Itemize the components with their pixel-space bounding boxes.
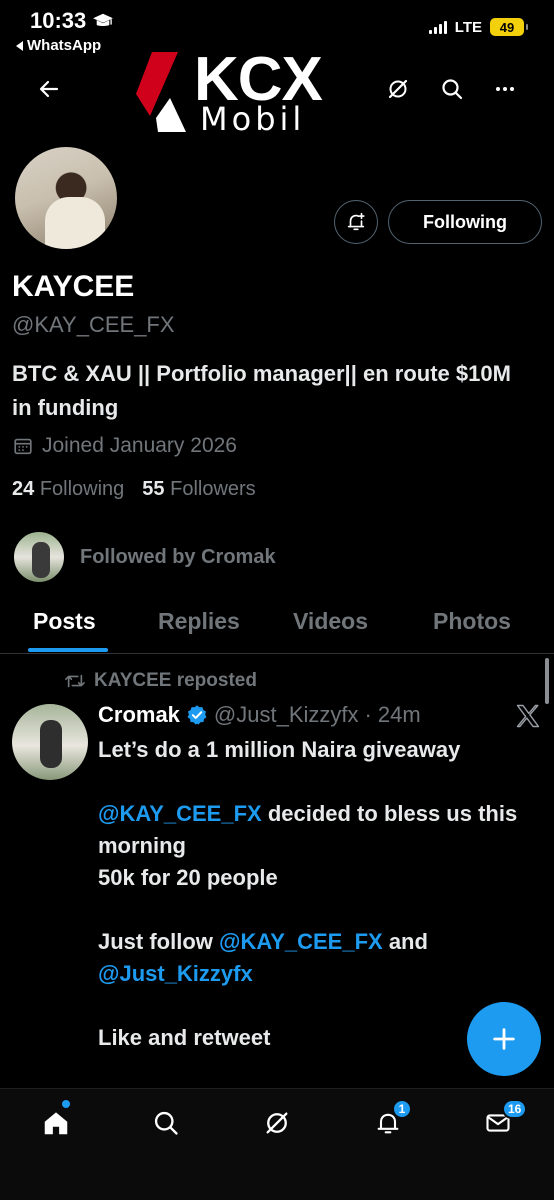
post-text: Let’s do a 1 million Naira giveaway @KAY…: [98, 734, 538, 1054]
back-to-app-link[interactable]: WhatsApp: [16, 37, 101, 54]
following-label: Following: [39, 478, 125, 500]
display-name: KAYCEE: [12, 270, 135, 303]
post-header: Cromak @Just_Kizzyfx · 24m: [98, 702, 421, 728]
post-line-4-prefix: Just follow: [98, 929, 219, 954]
scrollbar[interactable]: [545, 658, 549, 704]
follow-counts: 24 Following 55 Followers: [12, 478, 256, 501]
battery-level: 49: [499, 19, 515, 35]
notifications-badge: 1: [392, 1099, 412, 1119]
back-arrow-button[interactable]: [32, 72, 66, 106]
repost-indicator: KAYCEE reposted: [64, 670, 257, 692]
logo-sub-text: Mobil: [200, 100, 306, 138]
post-line-1: Let’s do a 1 million Naira giveaway: [98, 737, 461, 762]
signal-icon: [428, 20, 447, 34]
tab-posts[interactable]: Posts: [33, 608, 96, 635]
nav-home[interactable]: [36, 1103, 76, 1143]
bell-plus-icon: [347, 212, 365, 231]
followers-count: 55: [142, 478, 165, 500]
followers-count-link[interactable]: 55 Followers: [142, 478, 255, 501]
following-button[interactable]: Following: [388, 200, 542, 244]
more-options-button[interactable]: [488, 72, 522, 106]
tab-replies[interactable]: Replies: [158, 608, 240, 635]
post-paragraph-2: @KAY_CEE_FX decided to bless us this mor…: [98, 798, 538, 862]
grok-button[interactable]: [381, 72, 415, 106]
tab-videos[interactable]: Videos: [293, 608, 368, 635]
post-line-3: 50k for 20 people: [98, 865, 278, 890]
post-author-handle: @Just_Kizzyfx: [213, 702, 359, 727]
x-logo-icon: [516, 704, 540, 728]
back-triangle-icon: [16, 40, 23, 51]
followers-label: Followers: [170, 478, 256, 500]
nav-notifications[interactable]: 1: [368, 1099, 412, 1143]
profile-bio: BTC & XAU || Portfolio manager|| en rout…: [12, 361, 511, 420]
post-line-4-suffix: and: [382, 929, 428, 954]
nav-messages[interactable]: 16: [478, 1099, 528, 1143]
bottom-nav-bar: 1 16: [0, 1088, 554, 1200]
kcx-logo: KCX Mobil: [130, 44, 360, 140]
profile-tabs: Posts Replies Videos Photos: [0, 600, 554, 654]
battery-icon: 49: [490, 18, 528, 36]
grok-icon: [388, 79, 408, 99]
verified-badge-icon: [187, 705, 207, 725]
messages-badge: 16: [502, 1099, 528, 1119]
search-icon: [154, 1111, 178, 1135]
grok-icon: [266, 1112, 288, 1134]
compose-post-button[interactable]: [467, 1002, 541, 1076]
search-icon: [442, 79, 463, 100]
profile-handle: @KAY_CEE_FX: [12, 312, 175, 337]
following-count-link[interactable]: 24 Following: [12, 478, 124, 501]
post-paragraph-4: Just follow @KAY_CEE_FX and @Just_Kizzyfx: [98, 926, 538, 990]
repost-icon: [65, 674, 85, 688]
profile-avatar[interactable]: [12, 144, 120, 252]
time-row: 10:33: [30, 8, 114, 34]
follower-avatar: [12, 530, 66, 584]
avatar-figure: [45, 197, 105, 249]
back-app-label: WhatsApp: [27, 37, 102, 54]
notify-bell-button[interactable]: [334, 200, 378, 244]
tab-photos[interactable]: Photos: [433, 608, 511, 635]
calendar-icon: [14, 438, 32, 455]
home-unread-dot: [62, 1100, 70, 1108]
post-author-name[interactable]: Cromak: [98, 702, 180, 728]
home-icon: [44, 1112, 68, 1135]
joined-text: Joined January 2026: [42, 434, 237, 457]
back-arrow-icon: [39, 80, 59, 98]
more-dots-icon: [496, 87, 514, 91]
active-tab-indicator: [28, 648, 108, 652]
post-time: 24m: [377, 702, 421, 727]
mention-link[interactable]: @KAY_CEE_FX: [219, 929, 383, 954]
network-label: LTE: [454, 18, 482, 36]
followed-by-row[interactable]: Followed by Cromak: [12, 530, 276, 584]
graduation-cap-icon: [93, 13, 114, 26]
status-time: 10:33: [30, 8, 87, 33]
plus-icon: [493, 1028, 515, 1050]
nav-search[interactable]: [146, 1103, 186, 1143]
nav-grok[interactable]: [257, 1103, 297, 1143]
followed-by-text: Followed by Cromak: [80, 545, 276, 568]
post-author-avatar[interactable]: [12, 704, 88, 780]
status-indicators: LTE 49: [428, 18, 528, 36]
post-separator: ·: [364, 702, 372, 727]
following-count: 24: [12, 478, 35, 500]
joined-date: Joined January 2026: [12, 434, 237, 458]
mention-link[interactable]: @Just_Kizzyfx: [98, 961, 253, 986]
repost-label: KAYCEE reposted: [94, 670, 257, 691]
mention-link[interactable]: @KAY_CEE_FX: [98, 801, 262, 826]
kcx-logo-mark: [136, 52, 186, 132]
search-button[interactable]: [435, 72, 469, 106]
